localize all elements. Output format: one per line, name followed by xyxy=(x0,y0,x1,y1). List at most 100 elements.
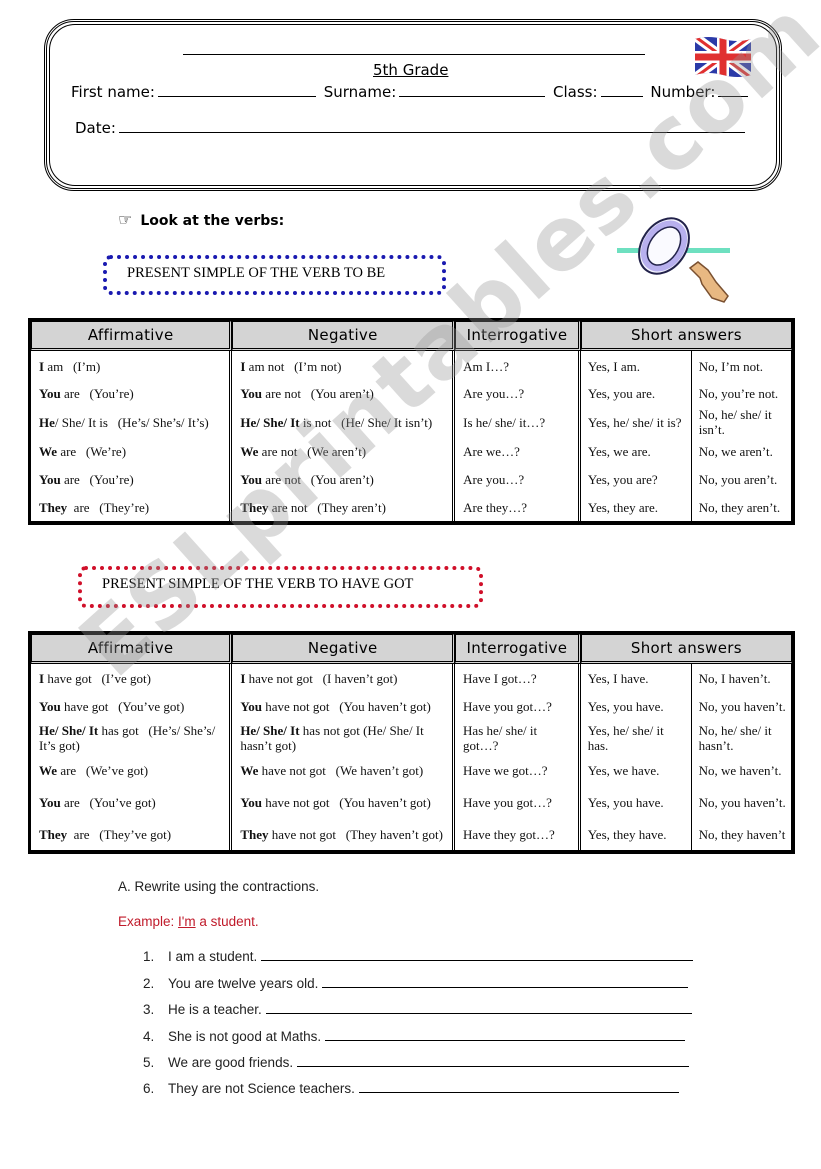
example-contraction: I'm xyxy=(178,914,196,929)
short-answer-yes: Yes, they are. xyxy=(581,493,692,521)
affirmative-cell: You are (You’re) xyxy=(31,379,233,407)
table-header-row: Affirmative Negative Interrogative Short… xyxy=(31,634,792,664)
short-answer-yes: Yes, they have. xyxy=(581,818,692,850)
negative-cell: I have not got (I haven’t got) xyxy=(232,664,456,690)
answer-line[interactable] xyxy=(265,1002,692,1014)
affirmative-cell: They are (They’re) xyxy=(31,493,233,521)
uk-flag-icon xyxy=(695,37,751,77)
subject: He xyxy=(39,414,55,430)
short-answer-yes: Yes, you have. xyxy=(581,786,692,818)
affirmative-form: have got (I’ve got) xyxy=(44,670,151,686)
subject: They xyxy=(39,499,68,515)
subject: You xyxy=(39,471,61,487)
item-sentence: I am a student. xyxy=(168,949,258,964)
answer-line[interactable] xyxy=(296,1055,689,1067)
negative-form: have not got (I haven’t got) xyxy=(245,670,398,686)
magnifying-glass-icon xyxy=(617,217,730,303)
header-affirmative: Affirmative xyxy=(31,321,233,351)
answer-line[interactable] xyxy=(324,1029,685,1041)
subject: We xyxy=(240,443,259,459)
date-row: Date: xyxy=(75,119,748,137)
negative-form: are not (We aren’t) xyxy=(258,443,367,459)
table-row: We are (We’ve got) We have not got (We ha… xyxy=(31,754,792,786)
surname-label: Surname: xyxy=(323,83,397,101)
subject: They xyxy=(240,499,269,515)
table-row: They are (They’re) They are not (They are… xyxy=(31,493,792,521)
table-row: You are (You’re) You are not (You aren’t)… xyxy=(31,379,792,407)
subject: You xyxy=(39,385,61,401)
short-answer-yes: Yes, you are? xyxy=(581,465,692,493)
exercise-item: 1. I am a student. xyxy=(143,949,694,964)
exercise-title: A. Rewrite using the contractions. xyxy=(118,879,320,894)
answer-line[interactable] xyxy=(358,1081,679,1093)
item-number: 5. xyxy=(143,1055,155,1070)
affirmative-form: are (We’re) xyxy=(57,443,127,459)
short-answer-no: No, you haven’t. xyxy=(692,786,792,818)
answer-line[interactable] xyxy=(322,976,689,988)
short-answer-yes: Yes, you have. xyxy=(581,690,692,722)
example-rest: a student. xyxy=(195,914,259,929)
affirmative-form: are (You’re) xyxy=(60,385,134,401)
interrogative-cell: Have they got…? xyxy=(455,818,581,850)
exercise-item: 5. We are good friends. xyxy=(143,1055,689,1070)
date-label: Date: xyxy=(75,119,116,137)
first-name-field[interactable] xyxy=(157,83,316,97)
negative-cell: You are not (You aren’t) xyxy=(232,465,456,493)
exercise-item: 6. They are not Science teachers. xyxy=(143,1081,679,1096)
header-interrogative: Interrogative xyxy=(455,321,581,351)
answer-line[interactable] xyxy=(261,949,694,961)
negative-form: are not (They aren’t) xyxy=(268,499,386,515)
table-row: You have got (You’ve got) You have not go… xyxy=(31,690,792,722)
have-got-table: Affirmative Negative Interrogative Short… xyxy=(28,631,795,854)
item-sentence: You are twelve years old. xyxy=(168,976,319,991)
date-field[interactable] xyxy=(118,119,745,133)
number-field[interactable] xyxy=(718,83,749,97)
short-answer-no: No, you aren’t. xyxy=(692,465,792,493)
negative-cell: He/ She/ It has not got (He/ She/ It has… xyxy=(232,722,456,754)
subject: You xyxy=(240,698,262,714)
short-answer-no: No, he/ she/ it hasn’t. xyxy=(692,722,792,754)
affirmative-form: / She/ It is (He’s/ She’s/ It’s) xyxy=(54,414,209,430)
exercise-item: 2. You are twelve years old. xyxy=(143,976,689,991)
affirmative-form: am (I’m) xyxy=(44,358,101,374)
affirmative-cell: I have got (I’ve got) xyxy=(31,664,233,690)
look-at-verbs-heading: ☞ Look at the verbs: xyxy=(118,210,284,229)
item-sentence: They are not Science teachers. xyxy=(168,1081,355,1096)
class-field[interactable] xyxy=(600,83,643,97)
subject: You xyxy=(240,385,263,401)
short-answer-yes: Yes, you are. xyxy=(581,379,692,407)
negative-form: are not (You aren’t) xyxy=(262,385,374,401)
subject: He/ She/ It xyxy=(240,414,300,430)
short-answer-no: No, I haven’t. xyxy=(692,664,792,690)
interrogative-cell: Has he/ she/ it got…? xyxy=(455,722,581,754)
table-row: He/ She/ It is (He’s/ She’s/ It’s) He/ Sh… xyxy=(31,407,792,437)
affirmative-cell: You are (You’ve got) xyxy=(31,786,233,818)
affirmative-form: have got (You’ve got) xyxy=(60,698,185,714)
to-be-table-body: I am (I’m) I am not (I’m not) Am I…? Yes, I… xyxy=(31,351,792,521)
negative-cell: We have not got (We haven’t got) xyxy=(232,754,456,786)
surname-field[interactable] xyxy=(399,83,546,97)
table-row: He/ She/ It has got (He’s/ She’s/ It’s g… xyxy=(31,722,792,754)
item-number: 6. xyxy=(143,1081,155,1096)
header-affirmative: Affirmative xyxy=(31,634,233,664)
title-line[interactable] xyxy=(183,54,645,55)
negative-cell: He/ She/ It is not (He/ She/ It isn’t) xyxy=(232,407,456,437)
negative-form: am not (I’m not) xyxy=(245,358,342,374)
table-header-row: Affirmative Negative Interrogative Short… xyxy=(31,321,792,351)
short-answer-yes: Yes, I have. xyxy=(581,664,692,690)
interrogative-cell: Have we got…? xyxy=(455,754,581,786)
header-short-answers: Short answers xyxy=(580,634,792,664)
negative-form: is not (He/ She/ It isn’t) xyxy=(299,414,433,430)
item-number: 3. xyxy=(143,1002,155,1017)
header-negative: Negative xyxy=(232,634,456,664)
grade-title: 5th Grade xyxy=(373,61,449,79)
short-answer-no: No, you haven’t. xyxy=(692,690,792,722)
subject: We xyxy=(39,443,58,459)
affirmative-cell: He/ She/ It is (He’s/ She’s/ It’s) xyxy=(31,407,233,437)
table-row: You are (You’ve got) You have not got (Yo… xyxy=(31,786,792,818)
affirmative-form: are (They’ve got) xyxy=(67,826,172,842)
table-row: I have got (I’ve got) I have not got (I h… xyxy=(31,664,792,690)
item-sentence: We are good friends. xyxy=(168,1055,294,1070)
short-answer-no: No, I’m not. xyxy=(692,351,792,379)
first-name-label: First name: xyxy=(71,83,155,101)
